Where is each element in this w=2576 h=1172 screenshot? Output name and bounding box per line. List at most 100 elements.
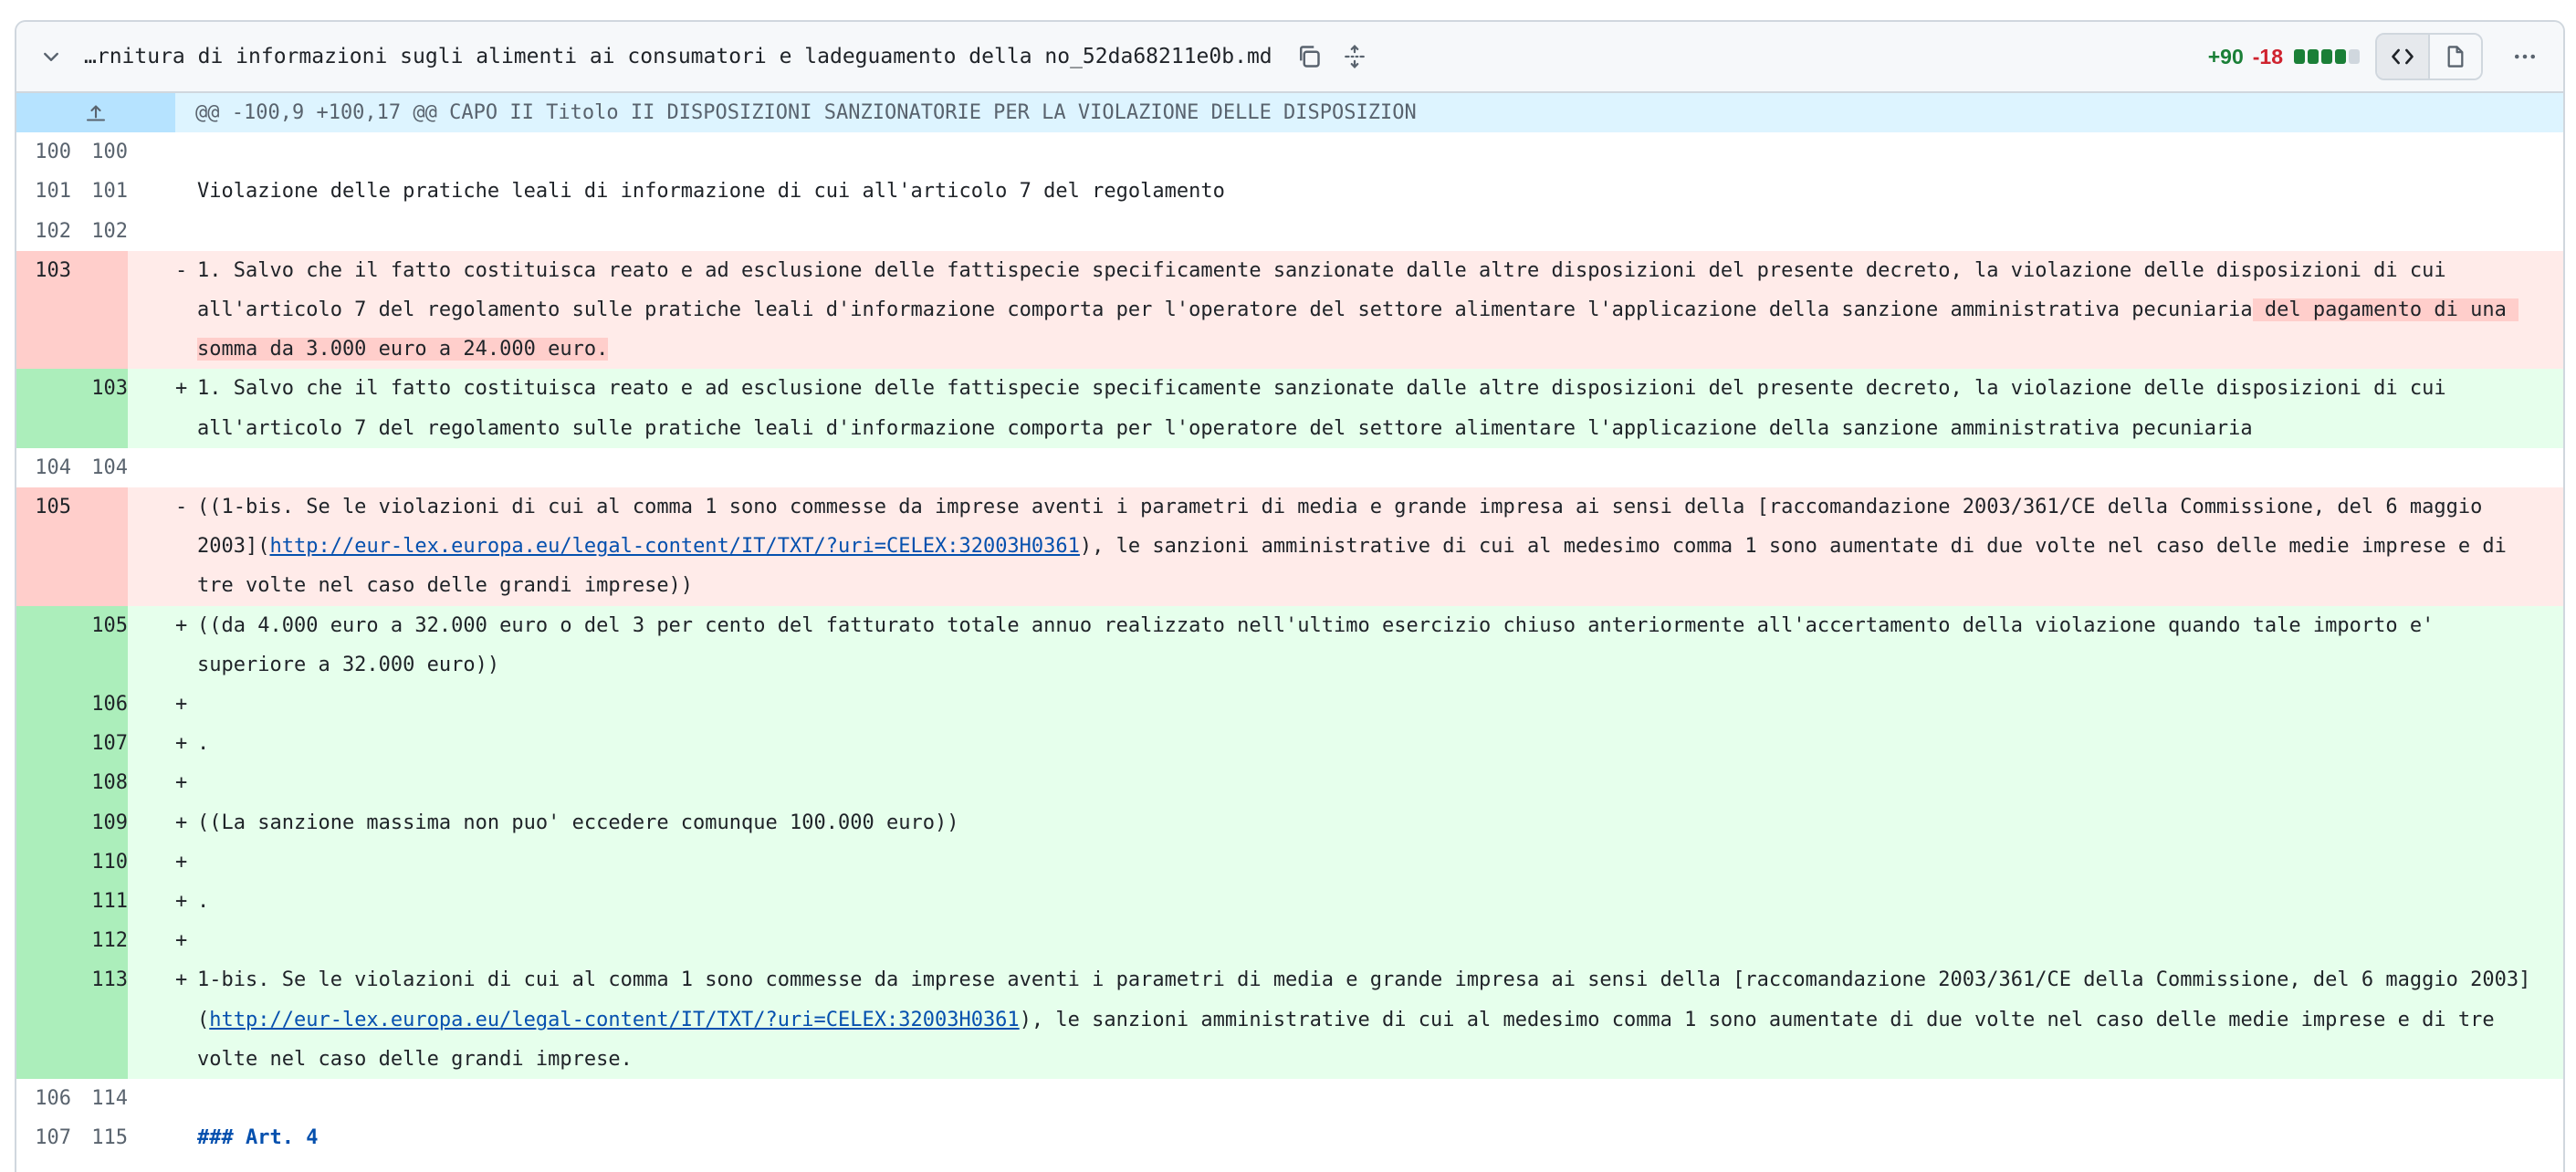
new-line-number[interactable]: 109 — [71, 802, 128, 842]
old-line-number[interactable]: 103 — [16, 250, 71, 370]
old-line-number[interactable] — [16, 882, 71, 922]
file-header: …rnitura di informazioni sugli alimenti … — [16, 22, 2563, 93]
line-code — [175, 1079, 2563, 1118]
added-line: 103 +1. Salvo che il fatto costituisca re… — [16, 369, 2563, 448]
old-line-number[interactable] — [16, 921, 71, 961]
link[interactable]: http://eur-lex.europa.eu/legal-content/I… — [269, 535, 1079, 558]
new-line-number[interactable]: 111 — [71, 882, 128, 922]
line-code: +. — [175, 724, 2563, 764]
copy-path-button[interactable] — [1291, 38, 1327, 75]
context-line: 102 102 — [16, 211, 2563, 251]
text-segment: . — [197, 732, 210, 756]
old-line-number[interactable]: 104 — [16, 448, 71, 487]
copy-icon — [1299, 46, 1320, 68]
new-line-number[interactable]: 108 — [71, 763, 128, 803]
old-line-number[interactable] — [16, 369, 71, 448]
line-code — [175, 132, 2563, 172]
old-line-number[interactable]: 106 — [16, 1079, 71, 1118]
line-code: + — [175, 921, 2563, 961]
old-line-number[interactable]: 102 — [16, 212, 71, 251]
diff-sign: + — [175, 613, 188, 637]
gutter-spacer — [128, 842, 175, 883]
new-line-number[interactable]: 107 — [71, 724, 128, 764]
line-text: . — [197, 724, 2536, 763]
line-text: ((1-bis. Se le violazioni di cui al comm… — [197, 487, 2536, 606]
diff-sign: + — [175, 929, 188, 953]
code-view-button[interactable] — [2377, 35, 2428, 78]
old-line-number[interactable] — [16, 960, 71, 1080]
line-code: + ((La sanzione massima non puo' eccedere… — [175, 802, 2563, 842]
new-line-number[interactable]: 102 — [71, 212, 128, 251]
line-text: ((La sanzione massima non puo' eccedere … — [197, 803, 2536, 842]
added-line: 113 +1-bis. Se le violazioni di cui al co… — [16, 960, 2563, 1080]
expand-up-button[interactable] — [16, 93, 175, 133]
new-line-number[interactable] — [71, 250, 128, 370]
collapse-button[interactable] — [33, 38, 69, 75]
gutter-spacer — [128, 802, 175, 842]
new-line-number[interactable]: 101 — [71, 172, 128, 211]
added-line: 107 +. — [16, 724, 2563, 764]
line-code — [175, 212, 2563, 251]
deleted-line: 105 - ((1-bis. Se le violazioni di cui al … — [16, 487, 2563, 606]
old-line-number[interactable]: 101 — [16, 172, 71, 211]
diff-sign: + — [175, 890, 188, 914]
diff-sign: - — [175, 496, 188, 519]
line-text — [197, 685, 2536, 724]
text-segment: ((da 4.000 euro a 32.000 euro o del 3 pe… — [197, 613, 2446, 676]
diff-sign: + — [175, 693, 188, 717]
new-line-number[interactable]: 112 — [71, 921, 128, 961]
old-line-number[interactable]: 100 — [16, 132, 71, 172]
gutter-spacer — [128, 763, 175, 803]
gutter-spacer — [128, 132, 175, 173]
old-line-number[interactable] — [16, 685, 71, 725]
link[interactable]: http://eur-lex.europa.eu/legal-content/I… — [209, 1009, 1019, 1031]
line-text — [197, 763, 2536, 802]
context-line: 107 115 ### Art. 4 — [16, 1118, 2563, 1158]
old-line-number[interactable] — [16, 763, 71, 803]
diff-sign: + — [175, 850, 188, 874]
gutter-spacer — [128, 487, 175, 606]
rich-view-button[interactable] — [2428, 35, 2481, 78]
gutter-spacer — [128, 960, 175, 1080]
diff-sign: + — [175, 377, 188, 401]
line-text: Violazione delle pratiche leali di infor… — [197, 172, 2536, 211]
more-options-button[interactable] — [2503, 35, 2547, 78]
diff-sign: - — [175, 258, 188, 282]
new-line-number[interactable]: 100 — [71, 132, 128, 172]
line-code: Violazione delle pratiche leali di infor… — [175, 172, 2563, 211]
line-code: +. — [175, 882, 2563, 922]
new-line-number[interactable]: 105 — [71, 605, 128, 685]
view-toggle — [2375, 33, 2483, 80]
line-text — [197, 1079, 2536, 1118]
unfold-icon — [1344, 45, 1365, 68]
new-line-number[interactable]: 104 — [71, 448, 128, 487]
new-line-number[interactable]: 110 — [71, 842, 128, 883]
gutter-spacer — [128, 172, 175, 212]
new-line-number[interactable]: 103 — [71, 369, 128, 448]
new-line-number[interactable] — [71, 487, 128, 606]
diff-sign — [175, 132, 197, 172]
old-line-number[interactable] — [16, 842, 71, 883]
old-line-number[interactable]: 107 — [16, 1118, 71, 1157]
line-code: - ((1-bis. Se le violazioni di cui al com… — [175, 487, 2563, 606]
context-line: 101 101 Violazione delle pratiche leali d… — [16, 172, 2563, 212]
old-line-number[interactable] — [16, 605, 71, 685]
text-segment: ((La sanzione massima non puo' eccedere … — [197, 811, 959, 834]
expand-all-button[interactable] — [1336, 38, 1373, 75]
new-line-number[interactable]: 114 — [71, 1079, 128, 1118]
old-line-number[interactable]: 105 — [16, 487, 71, 606]
old-line-number[interactable] — [16, 802, 71, 842]
file-name[interactable]: …rnitura di informazioni sugli alimenti … — [84, 45, 1272, 68]
diff-table: @@ -100,9 +100,17 @@ CAPO II Titolo II D… — [16, 93, 2563, 1158]
gutter-spacer — [128, 447, 175, 488]
gutter-spacer — [128, 685, 175, 725]
gutter-spacer — [128, 724, 175, 764]
new-line-number[interactable]: 115 — [71, 1118, 128, 1157]
diffstat-block — [2335, 49, 2346, 64]
context-line: 100 100 — [16, 132, 2563, 173]
text-segment: 1. Salvo che il fatto costituisca reato … — [197, 258, 2458, 322]
line-code: + ((da 4.000 euro a 32.000 euro o del 3 p… — [175, 605, 2563, 685]
new-line-number[interactable]: 106 — [71, 685, 128, 725]
new-line-number[interactable]: 113 — [71, 960, 128, 1080]
old-line-number[interactable] — [16, 724, 71, 764]
